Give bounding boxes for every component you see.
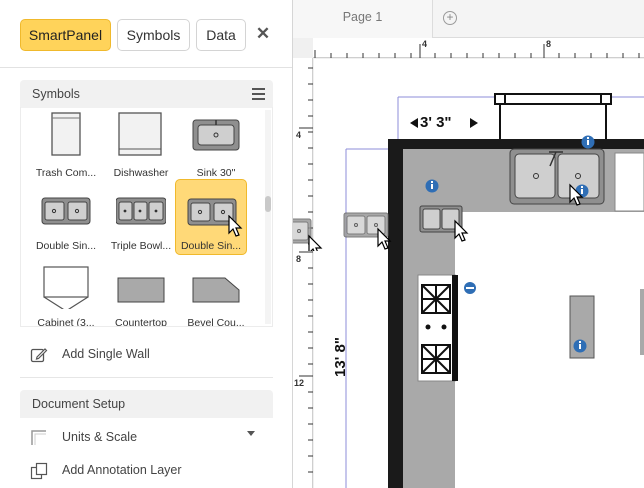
dimension-height-label[interactable]: 13' 8" xyxy=(332,329,349,385)
symbols-section-title: Symbols xyxy=(32,87,80,101)
symbol-label: Double Sin... xyxy=(35,240,97,252)
symbols-grid: Trash Com... Dishwasher Sink 30" Double … xyxy=(20,107,273,327)
symbols-section-header[interactable]: Symbols xyxy=(20,80,273,108)
document-setup-title: Document Setup xyxy=(32,397,126,411)
tab-symbols[interactable]: Symbols xyxy=(117,19,190,51)
countertop-icon xyxy=(117,277,165,303)
horizontal-ruler[interactable]: 4 8 xyxy=(313,38,644,58)
cabinet-icon xyxy=(43,266,89,309)
tab-smartpanel[interactable]: SmartPanel xyxy=(20,19,111,51)
ruler-ticks xyxy=(299,67,313,473)
ruler-label: 8 xyxy=(546,39,552,49)
document-setup-header[interactable]: Document Setup xyxy=(20,390,273,418)
ruler-label: 4 xyxy=(296,130,302,140)
close-icon[interactable]: ✕ xyxy=(255,25,271,43)
dishwasher-icon xyxy=(118,112,162,156)
cursor-arrow-icon xyxy=(228,215,243,237)
bevel-countertop-icon xyxy=(192,277,240,303)
add-single-wall-button[interactable]: Add Single Wall xyxy=(30,343,260,365)
tab-data[interactable]: Data xyxy=(196,19,246,51)
symbol-dishwasher[interactable]: Dishwasher xyxy=(106,107,176,181)
edit-icon xyxy=(30,348,48,363)
symbol-label: Sink 30" xyxy=(196,167,236,179)
double-sink-icon xyxy=(41,197,91,225)
add-annotation-layer-label: Add Annotation Layer xyxy=(62,463,182,477)
units-scale-label: Units & Scale xyxy=(62,430,138,444)
drawing-page[interactable]: 3' 3" 13' 8" xyxy=(314,59,644,488)
add-page-icon[interactable]: + xyxy=(443,11,457,25)
symbol-cabinet[interactable]: Cabinet (3... xyxy=(31,257,101,326)
symbol-double-sink-selected[interactable]: Double Sin... xyxy=(175,179,247,255)
section-divider xyxy=(20,377,273,378)
trash-compactor-icon xyxy=(51,112,81,156)
symbol-sink-30[interactable]: Sink 30" xyxy=(181,107,251,181)
symbol-countertop[interactable]: Countertop xyxy=(106,257,176,326)
symbol-trash-compactor[interactable]: Trash Com... xyxy=(31,107,101,181)
symbol-label: Countertop xyxy=(115,317,167,327)
page-tabbar: Page 1 + xyxy=(293,0,644,38)
dimension-width-label[interactable]: 3' 3" xyxy=(420,114,452,131)
symbols-scrollbar[interactable] xyxy=(265,110,271,324)
ruler-label: 4 xyxy=(422,39,428,49)
add-annotation-layer-button[interactable]: Add Annotation Layer xyxy=(30,459,260,481)
ruler-label: 8 xyxy=(296,254,302,264)
chevron-down-icon[interactable] xyxy=(247,431,255,436)
units-scale-button[interactable]: Units & Scale xyxy=(30,426,260,448)
symbol-label: Double Sin... xyxy=(180,240,242,252)
corner-ruler-icon xyxy=(31,430,46,445)
symbol-label: Bevel Cou... xyxy=(187,317,245,327)
layers-icon xyxy=(30,462,48,480)
symbol-label: Trash Com... xyxy=(35,167,97,179)
menu-icon[interactable] xyxy=(252,88,265,100)
symbol-label: Dishwasher xyxy=(113,167,169,179)
vertical-ruler[interactable]: 4 8 12 xyxy=(293,58,313,488)
symbol-double-sink[interactable]: Double Sin... xyxy=(31,180,101,254)
left-panel: SmartPanel Symbols Data ✕ Symbols Trash … xyxy=(0,0,293,488)
floor-plan xyxy=(345,93,644,488)
dragged-sink-ghost xyxy=(343,212,392,250)
drawing-canvas-area: Page 1 + 4 8 4 8 12 3' 3" 13' 8" xyxy=(293,0,644,488)
sink-icon xyxy=(192,119,240,151)
ruler-ticks xyxy=(314,44,640,58)
symbol-label: Cabinet (3... xyxy=(37,317,95,327)
symbol-bevel-countertop[interactable]: Bevel Cou... xyxy=(181,257,251,326)
symbol-triple-bowl[interactable]: Triple Bowl... xyxy=(106,180,176,254)
ruler-label: 12 xyxy=(294,378,305,388)
tabbar-divider xyxy=(0,67,292,68)
symbols-scroll-thumb[interactable] xyxy=(265,196,271,212)
panel-tabbar: SmartPanel Symbols Data ✕ xyxy=(0,0,292,68)
add-single-wall-label: Add Single Wall xyxy=(62,347,150,361)
triple-bowl-sink-icon xyxy=(116,197,166,225)
tab-page-1[interactable]: Page 1 xyxy=(293,0,433,38)
